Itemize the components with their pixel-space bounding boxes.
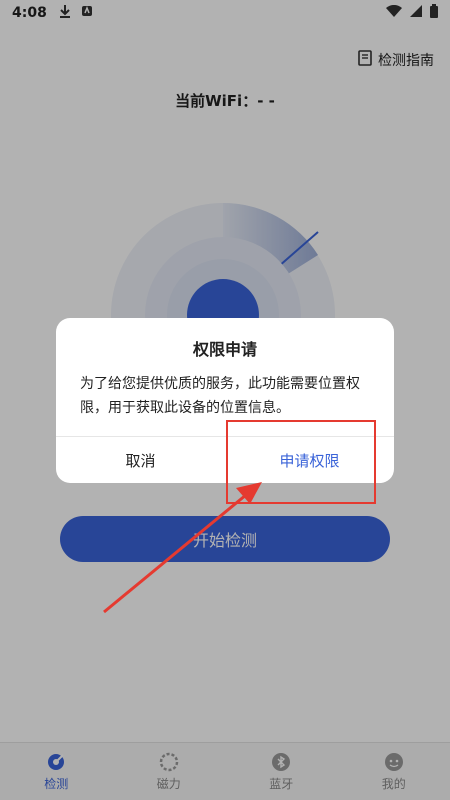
dialog-message: 为了给您提供优质的服务，此功能需要位置权限，用于获取此设备的位置信息。 xyxy=(80,376,360,416)
cancel-button[interactable]: 取消 xyxy=(56,437,225,483)
dialog-title: 权限申请 xyxy=(192,340,257,359)
annotation-highlight-box xyxy=(226,420,376,504)
